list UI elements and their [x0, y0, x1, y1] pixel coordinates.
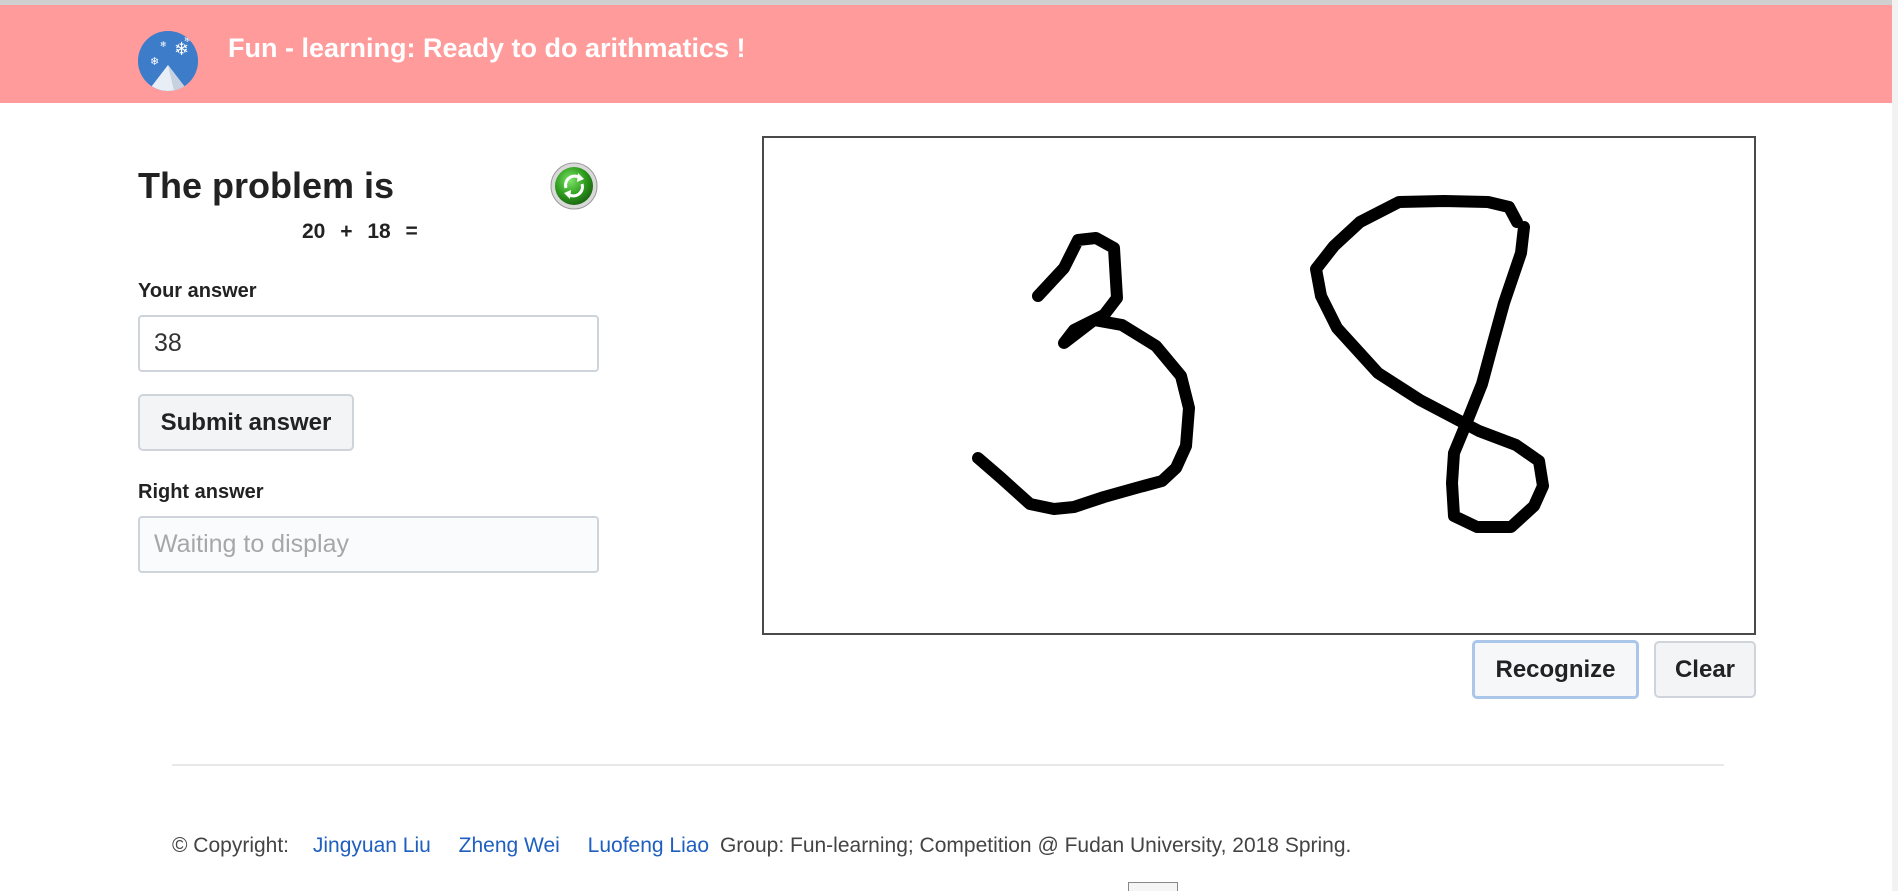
svg-text:❄: ❄ [184, 35, 191, 44]
author-link-luofeng-liao[interactable]: Luofeng Liao [588, 834, 709, 857]
operator: + [340, 220, 353, 243]
answer-input[interactable] [138, 315, 599, 372]
app-title: Fun - learning: Ready to do arithmatics … [228, 33, 746, 63]
svg-text:❄: ❄ [150, 55, 159, 68]
group-credit-text: Group: Fun-learning; Competition @ Fudan… [719, 834, 1352, 857]
problem-heading: The problem is [138, 165, 395, 206]
submit-answer-button[interactable]: Submit answer [138, 394, 354, 451]
clear-button[interactable]: Clear [1654, 641, 1756, 698]
your-answer-label: Your answer [138, 280, 257, 302]
operand-a: 20 [302, 220, 326, 243]
author-link-jingyuan-liu[interactable]: Jingyuan Liu [313, 834, 431, 857]
operand-b: 18 [367, 220, 391, 243]
partial-tooltip [1128, 882, 1178, 891]
equals-sign: = [405, 220, 418, 243]
header-bar: ❄ ❄ ❄ ❄ Fun - learning: Ready to do arit… [0, 5, 1892, 103]
right-answer-field [138, 516, 599, 573]
footer: © Copyright: Jingyuan Liu Zheng Wei Luof… [172, 834, 1351, 858]
author-link-zheng-wei[interactable]: Zheng Wei [459, 834, 560, 857]
refresh-icon [550, 162, 598, 210]
copyright-label: © Copyright: [172, 834, 290, 857]
recognize-button[interactable]: Recognize [1472, 640, 1639, 699]
new-problem-button[interactable] [550, 162, 598, 210]
right-answer-label: Right answer [138, 481, 264, 503]
page-scrollbar[interactable] [1892, 0, 1898, 891]
footer-divider [172, 764, 1724, 766]
drawing-canvas[interactable] [762, 136, 1756, 635]
svg-text:❄: ❄ [160, 40, 167, 49]
snowflake-mountain-logo-icon: ❄ ❄ ❄ ❄ [138, 31, 198, 91]
handwritten-digits [972, 195, 1549, 533]
equation: 20 + 18 = [302, 220, 427, 244]
